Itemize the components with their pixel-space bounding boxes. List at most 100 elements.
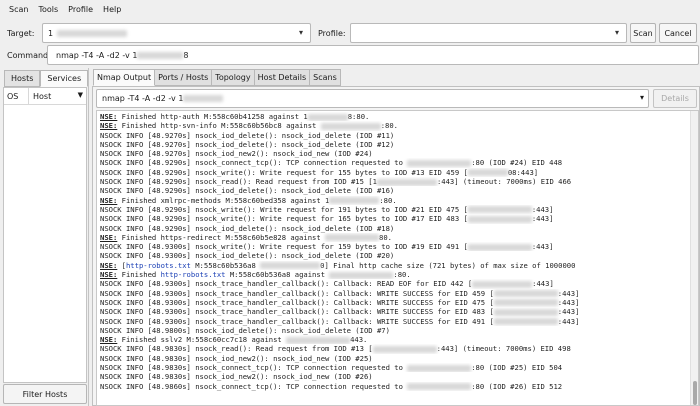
menu-profile[interactable]: Profile	[63, 5, 98, 14]
output-line: NSOCK INFO [48.9270s] nsock_iod_new2(): …	[100, 149, 688, 158]
output-text: :80.	[379, 195, 397, 205]
nse-tag: NSE:	[100, 195, 118, 205]
sort-down-icon: ▼	[77, 91, 83, 99]
output-text: :443]	[557, 316, 580, 326]
redacted-address	[260, 262, 321, 270]
nse-tag: NSE:	[100, 112, 118, 121]
output-line: NSOCK INFO [48.9830s] nsock_iod_new2(): …	[100, 372, 688, 381]
scan-selector[interactable]: nmap -T4 -A -d2 -v 1 ▾	[96, 89, 649, 108]
nmap-output-text[interactable]: NSE: Finished http-auth M:558c60b41258 a…	[96, 110, 699, 406]
output-line: NSOCK INFO [48.9290s] nsock_write(): Wri…	[100, 214, 688, 223]
output-text: NSOCK INFO [48.9290s] nsock_connect_tcp(…	[100, 158, 408, 168]
output-text: :80 (IOD #26) EID 512	[471, 381, 563, 391]
output-line: NSOCK INFO [48.9300s] nsock_trace_handle…	[100, 298, 688, 307]
output-line: NSOCK INFO [48.9300s] nsock_trace_handle…	[100, 307, 688, 316]
output-line: NSOCK INFO [48.9290s] nsock_read(): Read…	[100, 177, 688, 186]
scan-button[interactable]: Scan	[630, 23, 656, 43]
output-line: NSOCK INFO [48.9830s] nsock_read(): Read…	[100, 344, 688, 353]
redacted-command	[137, 51, 184, 59]
vertical-scrollbar[interactable]	[690, 111, 698, 405]
redacted-address	[372, 345, 437, 353]
output-text: :443] (timeout: 7000ms) EID 498	[436, 344, 571, 354]
chevron-down-icon[interactable]: ▾	[296, 28, 306, 38]
chevron-down-icon[interactable]: ▾	[640, 93, 644, 102]
output-lines: NSE: Finished http-auth M:558c60b41258 a…	[100, 112, 688, 391]
left-tabs: Hosts Services	[4, 70, 89, 87]
menu-bar: Scan Tools Profile Help	[0, 0, 700, 19]
redacted-target	[57, 29, 128, 37]
menu-tools[interactable]: Tools	[33, 5, 63, 14]
redacted-scan	[183, 95, 224, 102]
menu-help[interactable]: Help	[98, 5, 126, 14]
output-text: :443]	[557, 297, 580, 307]
tab-ports-hosts[interactable]: Ports / Hosts	[155, 69, 213, 86]
output-text: :80.	[393, 270, 411, 280]
tab-scans[interactable]: Scans	[310, 69, 341, 86]
output-line: NSE: Finished xmlrpc-methods M:558c60bed…	[100, 196, 688, 205]
target-value: 1	[48, 28, 54, 38]
output-text: NSOCK INFO [48.9290s] nsock_iod_delete()…	[100, 223, 395, 233]
redacted-address	[467, 243, 532, 251]
tab-topology[interactable]: Topology	[212, 69, 255, 86]
output-text: :443]	[532, 279, 554, 289]
output-line: NSOCK INFO [48.9270s] nsock_iod_delete()…	[100, 140, 688, 149]
output-text: NSOCK INFO [48.9300s] nsock_trace_handle…	[100, 307, 494, 317]
profile-label: Profile:	[318, 29, 346, 38]
nse-tag: NSE:	[100, 260, 118, 270]
redacted-address	[407, 364, 472, 372]
output-text: 08:443]	[507, 167, 539, 177]
tab-services[interactable]: Services	[40, 70, 89, 87]
output-line: NSE: Finished http-robots.txt M:558c60b5…	[100, 270, 688, 279]
redacted-address	[493, 290, 558, 298]
redacted-address	[376, 178, 437, 186]
output-text: NSOCK INFO [48.9300s] nsock_trace_handle…	[100, 288, 494, 298]
output-text: NSOCK INFO [48.9830s] nsock_iod_new2(): …	[100, 353, 373, 363]
menu-scan[interactable]: Scan	[4, 5, 33, 14]
redacted-address	[467, 169, 508, 177]
output-text: Finished	[117, 270, 161, 280]
cancel-button[interactable]: Cancel	[659, 23, 697, 43]
tab-hosts[interactable]: Hosts	[4, 70, 41, 87]
target-combobox[interactable]: 1 ▾	[42, 23, 311, 43]
output-text: 443.	[350, 335, 368, 345]
command-suffix: 8	[183, 50, 189, 60]
output-text: M:558c60b536a8	[190, 260, 261, 270]
output-text: NSOCK INFO [48.9270s] nsock_iod_delete()…	[100, 139, 395, 149]
output-text: :443]	[531, 214, 554, 224]
output-text: Finished http-auth M:558c60b41258 agains…	[117, 112, 308, 121]
redacted-address	[467, 206, 532, 214]
tab-nmap-output[interactable]: Nmap Output	[93, 69, 156, 86]
host-list-header: OS Host ▼	[4, 88, 86, 105]
output-text: NSOCK INFO [48.9290s] nsock_iod_delete()…	[100, 186, 395, 196]
tab-host-details[interactable]: Host Details	[254, 69, 311, 86]
nse-tag: NSE:	[100, 270, 118, 280]
details-button[interactable]: Details	[653, 89, 697, 108]
output-text: NSOCK INFO [48.9300s] nsock_trace_handle…	[100, 279, 473, 289]
command-input[interactable]: nmap -T4 -A -d2 -v 1 8	[47, 45, 699, 65]
column-os[interactable]: OS	[4, 88, 29, 104]
output-text: Finished http-svn-info M:558c60b56bc8 ag…	[117, 121, 321, 131]
script-link[interactable]: http-robots.txt	[126, 261, 191, 270]
script-link[interactable]: http-robots.txt	[161, 270, 226, 279]
chevron-down-icon[interactable]: ▾	[612, 28, 622, 38]
output-line: NSOCK INFO [48.9300s] nsock_write(): Wri…	[100, 242, 688, 251]
output-line: NSE: Finished http-svn-info M:558c60b56b…	[100, 121, 688, 130]
nse-tag: NSE:	[100, 335, 118, 345]
profile-combobox[interactable]: ▾	[350, 23, 627, 43]
command-label: Command:	[7, 51, 51, 60]
redacted-address	[286, 336, 351, 344]
hosts-panel: Hosts Services OS Host ▼ Filter Hosts	[0, 68, 89, 406]
output-line: NSOCK INFO [48.9830s] nsock_connect_tcp(…	[100, 363, 688, 372]
output-line: NSOCK INFO [48.9860s] nsock_connect_tcp(…	[100, 382, 688, 391]
column-host[interactable]: Host ▼	[29, 88, 86, 104]
filter-hosts-button[interactable]: Filter Hosts	[3, 384, 87, 404]
output-text: NSOCK INFO [48.9300s] nsock_iod_delete()…	[100, 251, 395, 261]
redacted-address	[329, 271, 394, 279]
output-text: NSOCK INFO [48.9290s] nsock_read(): Read…	[100, 177, 377, 187]
output-text: :443]	[557, 307, 580, 317]
scrollbar-thumb[interactable]	[693, 381, 697, 405]
output-text: :80.	[380, 121, 399, 131]
output-text: :80 (IOD #25) EID 504	[471, 363, 563, 373]
output-text: M:558c60b536a8 against	[225, 270, 330, 280]
redacted-address	[320, 122, 381, 130]
